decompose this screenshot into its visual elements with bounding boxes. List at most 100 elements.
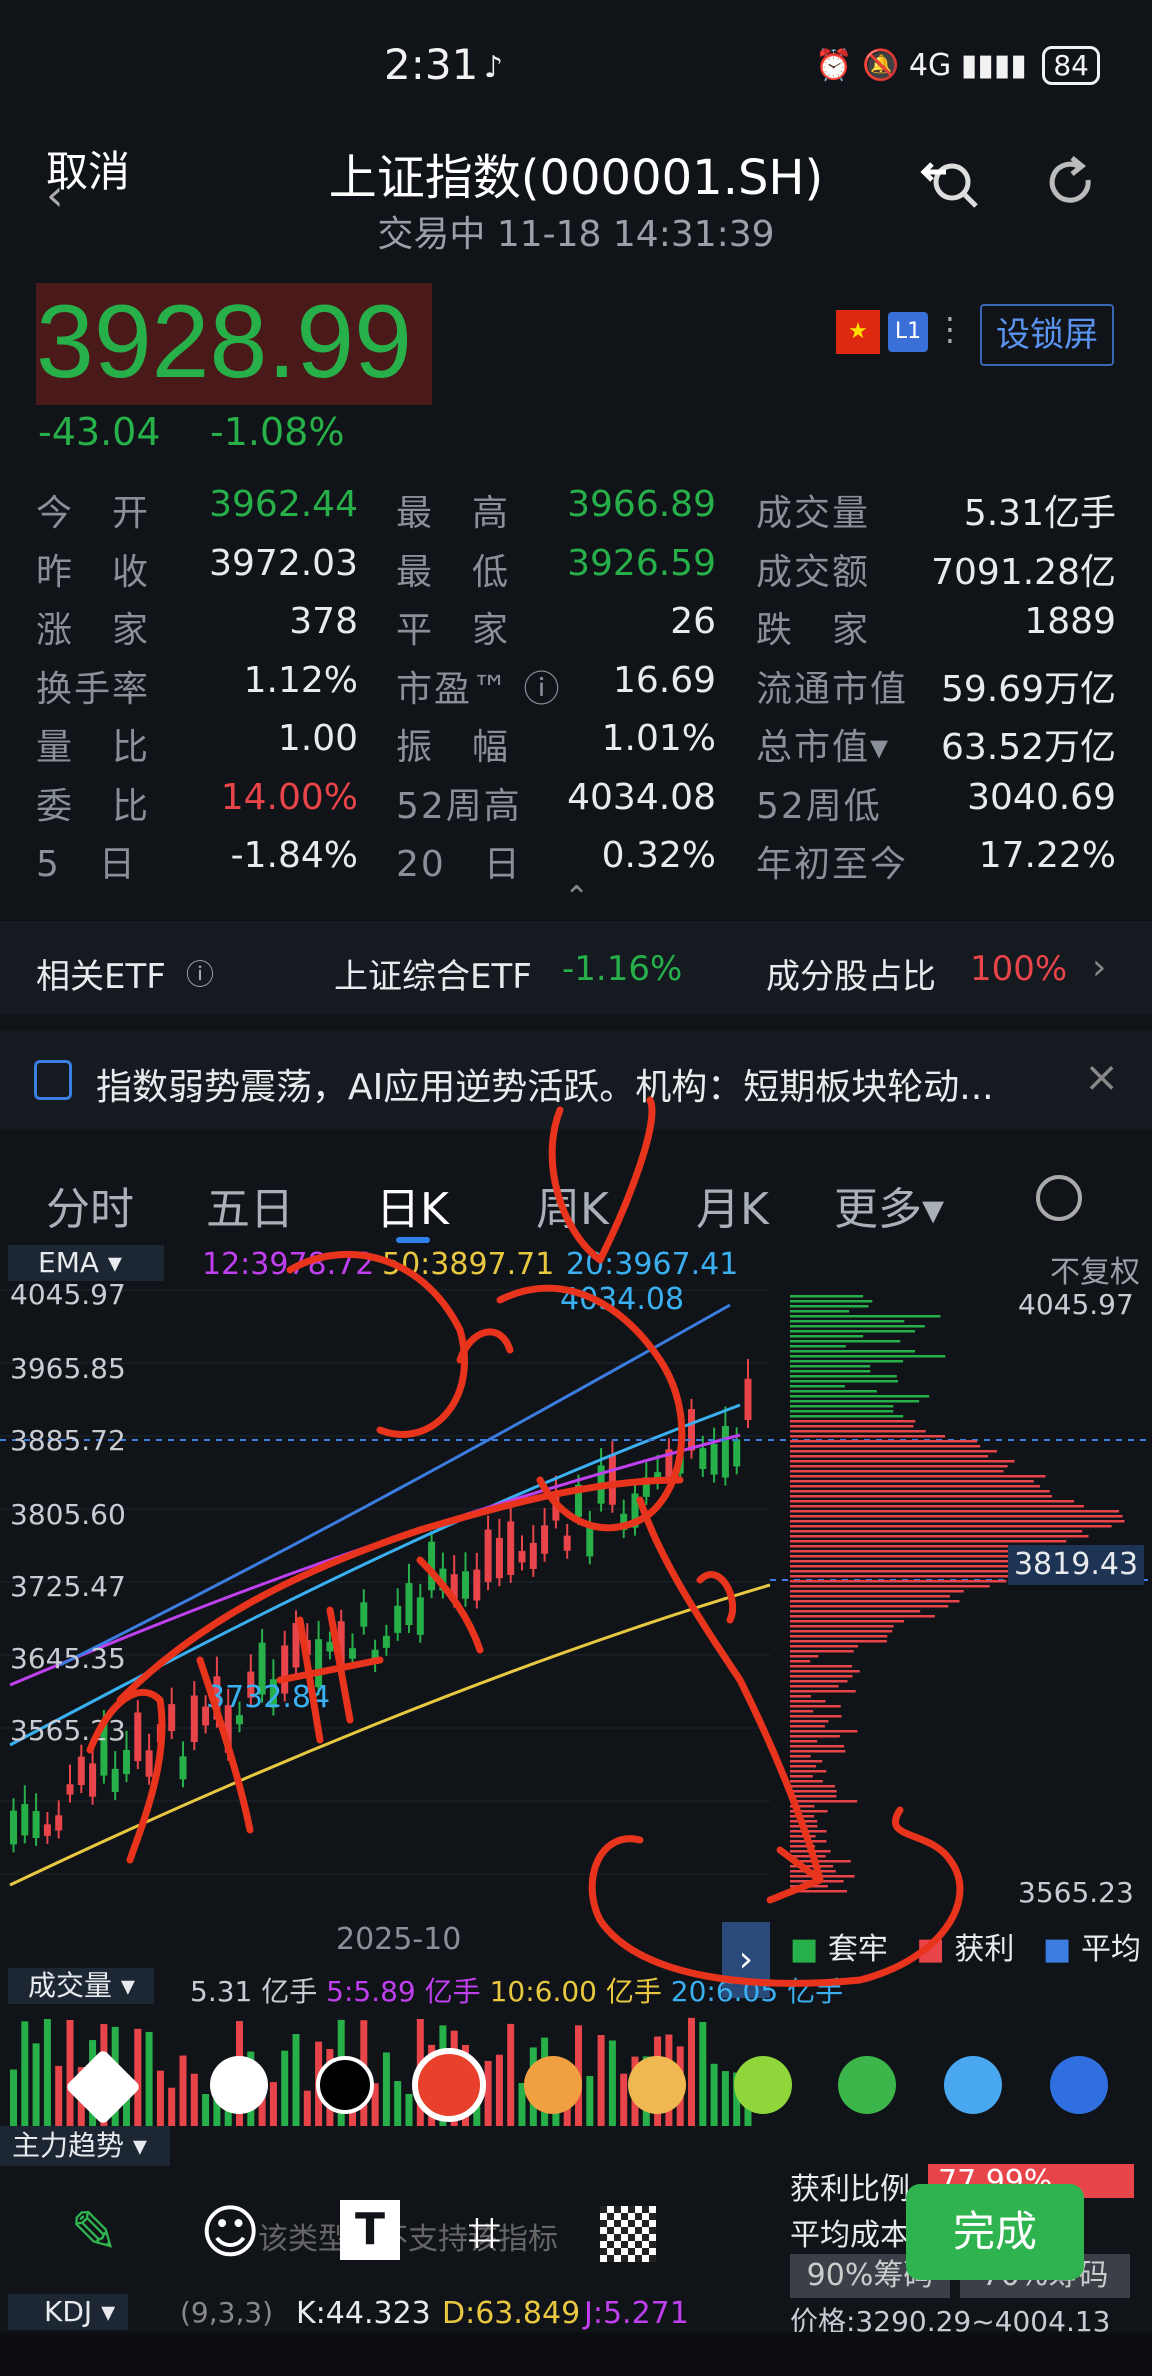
stat-value: 14.00% (220, 776, 358, 818)
chip-bar (790, 1740, 818, 1743)
stat-value: 3962.44 (209, 484, 358, 525)
chip-bar (790, 1665, 853, 1668)
chip-bar (790, 1410, 894, 1413)
stats-row: 量 比 1.00 振 幅 1.01% 总市值▾ 63.52万亿 (36, 718, 1116, 776)
volume-ma5: 5:5.89 亿手 (326, 1975, 481, 2008)
color-swatch[interactable] (838, 2056, 896, 2114)
collapse-chevron-icon[interactable]: ⌃ (564, 880, 589, 915)
stat-label: 市盈™ ⓘ (396, 668, 562, 710)
chip-bar (790, 1325, 925, 1328)
chip-bar (790, 1800, 858, 1803)
volume-select[interactable]: 成交量 ▾ (8, 1968, 154, 2004)
ema-select[interactable]: EMA ▾ (8, 1245, 164, 1281)
stat-label: 年初至今 (756, 844, 909, 885)
chart-tab-bar: 分时 五日 日K 周K 月K 更多▾ (0, 1145, 1152, 1245)
emoji-icon[interactable]: ☺ (200, 2198, 260, 2266)
pen-icon[interactable]: ✎ (70, 2198, 119, 2266)
stat-label: 昨 收 (36, 551, 151, 593)
more-dots-icon[interactable]: ⋮ (934, 310, 966, 348)
color-swatch[interactable] (210, 2056, 268, 2114)
stat-value: 3966.89 (567, 484, 716, 525)
chip-bar (790, 1645, 859, 1648)
chip-bar (790, 1845, 816, 1848)
candlestick-chart[interactable] (0, 1285, 1152, 1925)
chip-bar (790, 1575, 1014, 1578)
kdj-select[interactable]: KDJ ▾ (8, 2294, 128, 2330)
refresh-icon[interactable] (1038, 150, 1102, 227)
chip-bar (790, 1355, 946, 1358)
tab-more[interactable]: 更多▾ (834, 1173, 944, 1237)
color-swatch[interactable] (524, 2056, 582, 2114)
y-axis-label: 3725.47 (10, 1570, 126, 1603)
crop-icon[interactable]: ⌗ (468, 2198, 501, 2267)
search-icon[interactable] (918, 150, 982, 226)
done-button[interactable]: 完成 (906, 2184, 1084, 2280)
chip-bar (790, 1635, 888, 1638)
color-swatch[interactable] (944, 2056, 1002, 2114)
chip-bar (790, 1770, 827, 1773)
color-swatch[interactable] (628, 2056, 686, 2114)
volume-total: 5.31 亿手 (190, 1975, 318, 2008)
tab-day-k[interactable]: 日K (376, 1173, 449, 1237)
component-value: 100% (970, 949, 1068, 989)
lock-screen-button[interactable]: 设锁屏 (980, 304, 1114, 366)
news-icon (34, 1060, 72, 1100)
eraser-icon[interactable] (64, 2048, 142, 2126)
chip-bar (790, 1465, 1008, 1468)
color-swatch[interactable] (412, 2048, 486, 2122)
color-swatch[interactable] (316, 2056, 374, 2114)
stat-label: 量 比 (36, 727, 151, 768)
chip-bar (790, 1390, 877, 1393)
chip-bar (790, 1805, 815, 1808)
chip-bar (790, 1395, 930, 1398)
chip-bar (790, 1450, 997, 1453)
chip-bar (790, 1795, 837, 1798)
chip-bar (790, 1615, 935, 1618)
chip-bar (790, 1375, 897, 1378)
chip-bar (790, 1745, 845, 1748)
tab-five-day[interactable]: 五日 (206, 1173, 294, 1237)
chevron-right-icon[interactable]: › (1092, 947, 1106, 988)
chip-bar (790, 1750, 846, 1753)
chip-bar (790, 1830, 827, 1833)
tab-minute[interactable]: 分时 (46, 1173, 134, 1237)
chip-legend: ■ 套牢 ■ 获利 ■ 平均 (790, 1932, 1141, 1967)
settings-icon[interactable] (1036, 1175, 1082, 1221)
color-swatch[interactable] (1050, 2056, 1108, 2114)
stat-value: -1.84% (230, 835, 358, 876)
info-icon[interactable]: ⓘ (186, 953, 214, 993)
stat-value: 1.01% (601, 718, 716, 759)
stat-value: 1889 (1024, 601, 1116, 642)
chip-bar (790, 1610, 921, 1613)
mosaic-icon[interactable] (600, 2206, 656, 2262)
chip-bar (790, 1650, 854, 1653)
chip-bar (790, 1605, 949, 1608)
price-change: -43.04 (38, 410, 161, 454)
color-swatch[interactable] (734, 2056, 792, 2114)
news-text[interactable]: 指数弱势震荡，AI应用逆势活跃。机构：短期板块轮动... (96, 1058, 994, 1110)
tab-month-k[interactable]: 月K (696, 1173, 769, 1237)
toolbar-hint: 该类型暂不支持该指标 (258, 2222, 558, 2257)
current-price: 3928.99 (36, 284, 412, 400)
l1-badge[interactable]: L1 (888, 312, 928, 352)
close-icon[interactable]: × (1084, 1052, 1119, 1101)
stat-value: 17.22% (978, 835, 1116, 876)
status-bar: 2:31 ♪ ⏰ 🔕 4G ▮▮▮▮ 84 (0, 0, 1152, 130)
chip-bar (790, 1385, 845, 1388)
bottom-nav[interactable] (0, 2332, 1152, 2376)
stat-value: 0.32% (601, 835, 716, 876)
etf-name[interactable]: 上证综合ETF (334, 949, 532, 998)
tab-week-k[interactable]: 周K (536, 1173, 609, 1237)
news-banner[interactable]: 指数弱势震荡，AI应用逆势活跃。机构：短期板块轮动... × (0, 1030, 1152, 1130)
kdj-j: J:5.271 (584, 2296, 689, 2331)
chip-bar (790, 1855, 826, 1858)
chip-bar (790, 1785, 835, 1788)
stat-label: 换手率 (36, 668, 151, 710)
kdj-k: K:44.323 (296, 2296, 431, 2331)
text-icon[interactable]: T (340, 2200, 400, 2260)
chip-bar (790, 1570, 1009, 1573)
etf-row[interactable]: 相关ETF ⓘ 上证综合ETF -1.16% 成分股占比 100% › (0, 922, 1152, 1014)
main-force-select[interactable]: 主力趋势 ▾ (0, 2126, 170, 2166)
chip-bar (790, 1480, 1034, 1483)
china-flag-icon[interactable]: ★ (836, 310, 880, 354)
